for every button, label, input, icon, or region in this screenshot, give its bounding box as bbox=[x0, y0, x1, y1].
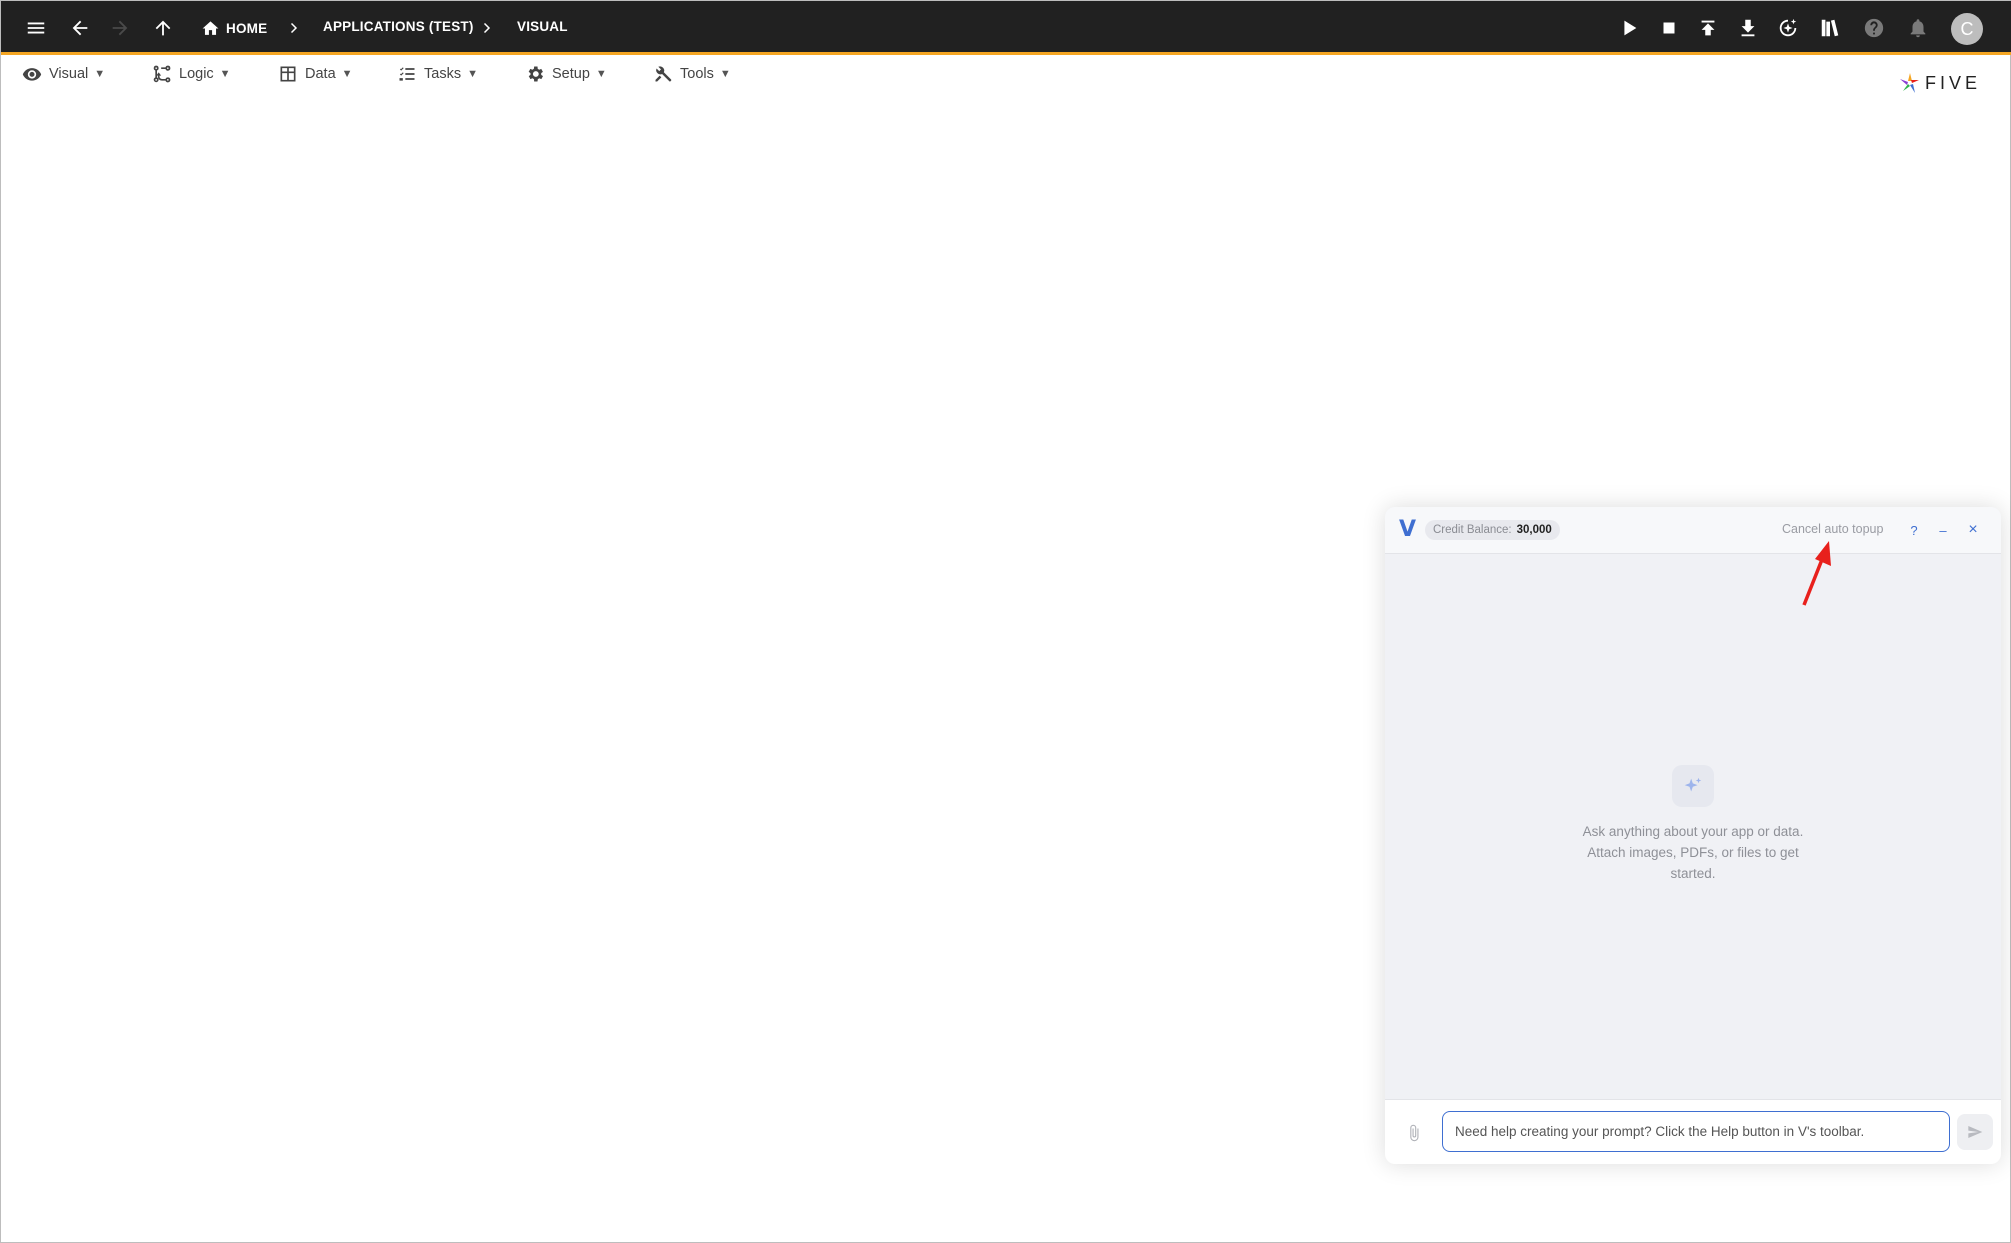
caret-down-icon: ▼ bbox=[341, 68, 353, 80]
credit-balance-value: 30,000 bbox=[1516, 524, 1552, 536]
tasks-icon bbox=[399, 67, 415, 81]
caret-down-icon: ▼ bbox=[595, 68, 607, 80]
hamburger-menu-button[interactable] bbox=[19, 11, 53, 45]
send-icon bbox=[1968, 1126, 1983, 1138]
top-toolbar: HOME APPLICATIONS (TEST) VISUAL C bbox=[1, 1, 2011, 55]
run-button[interactable] bbox=[1612, 11, 1646, 45]
hamburger-icon bbox=[27, 22, 45, 34]
five-logo: FIVE bbox=[1899, 71, 1981, 95]
breadcrumb-applications-label: APPLICATIONS (TEST) bbox=[323, 19, 474, 34]
menu-tasks-label: Tasks bbox=[424, 66, 462, 82]
user-avatar[interactable]: C bbox=[1951, 13, 1983, 45]
notifications-button[interactable] bbox=[1901, 11, 1935, 45]
sparkle-icon-tile bbox=[1672, 765, 1714, 807]
empty-state-line: Attach images, PDFs, or files to get bbox=[1587, 845, 1799, 860]
chat-minimize-button[interactable]: – bbox=[1933, 520, 1953, 540]
caret-down-icon: ▼ bbox=[219, 68, 231, 80]
arrow-left-icon bbox=[72, 20, 88, 36]
menu-tools-label: Tools bbox=[680, 66, 714, 82]
credit-balance-badge: Credit Balance: 30,000 bbox=[1425, 520, 1560, 540]
credit-balance-label: Credit Balance: bbox=[1433, 524, 1512, 536]
bell-icon bbox=[1910, 19, 1926, 38]
books-icon bbox=[1821, 19, 1839, 37]
menu-tools[interactable]: Tools ▼ bbox=[653, 64, 731, 84]
menu-logic[interactable]: Logic ▼ bbox=[152, 64, 231, 84]
caret-down-icon: ▼ bbox=[94, 68, 106, 80]
empty-state-line: started. bbox=[1670, 866, 1716, 881]
ai-assistant-button[interactable] bbox=[1771, 11, 1805, 45]
stop-button[interactable] bbox=[1652, 11, 1686, 45]
up-button[interactable] bbox=[146, 11, 180, 45]
attach-button[interactable] bbox=[1405, 1124, 1423, 1142]
five-logo-text: FIVE bbox=[1925, 72, 1982, 93]
chat-close-button[interactable]: × bbox=[1963, 520, 1983, 540]
breadcrumb-visual[interactable]: VISUAL bbox=[517, 19, 568, 34]
menu-data[interactable]: Data ▼ bbox=[278, 64, 353, 84]
library-button[interactable] bbox=[1813, 11, 1847, 45]
main-menu-bar: Visual ▼ Logic ▼ Data ▼ Tasks ▼ Setup ▼ … bbox=[1, 58, 2011, 90]
arrow-right-icon bbox=[112, 20, 128, 36]
arrow-up-icon bbox=[155, 20, 171, 36]
gear-icon bbox=[528, 66, 543, 82]
breadcrumb-home[interactable]: HOME bbox=[201, 19, 267, 38]
menu-visual-label: Visual bbox=[49, 66, 89, 82]
cancel-auto-topup-link[interactable]: Cancel auto topup bbox=[1782, 522, 1883, 536]
forward-button[interactable] bbox=[103, 11, 137, 45]
chat-input-bar bbox=[1385, 1099, 2001, 1164]
v-logo: V bbox=[1399, 517, 1417, 542]
breadcrumb-visual-label: VISUAL bbox=[517, 19, 568, 34]
sparkle-icon bbox=[1684, 777, 1702, 792]
menu-visual[interactable]: Visual ▼ bbox=[22, 64, 105, 84]
home-icon bbox=[202, 21, 219, 35]
send-button[interactable] bbox=[1957, 1114, 1993, 1150]
menu-data-label: Data bbox=[305, 66, 336, 82]
eye-icon bbox=[22, 68, 42, 81]
breadcrumb-applications[interactable]: APPLICATIONS (TEST) bbox=[323, 19, 474, 34]
menu-setup-label: Setup bbox=[552, 66, 590, 82]
app-window: HOME APPLICATIONS (TEST) VISUAL C Visual… bbox=[0, 0, 2011, 1243]
menu-logic-label: Logic bbox=[179, 66, 214, 82]
breadcrumb-separator bbox=[477, 19, 495, 37]
empty-state-line: Ask anything about your app or data. bbox=[1582, 824, 1804, 839]
prompt-input[interactable] bbox=[1442, 1111, 1950, 1152]
chat-help-button[interactable]: ? bbox=[1904, 520, 1924, 540]
v-assistant-panel: V Credit Balance: 30,000 Cancel auto top… bbox=[1385, 507, 2001, 1164]
caret-down-icon: ▼ bbox=[467, 68, 478, 80]
stop-icon bbox=[1663, 22, 1675, 34]
download-button[interactable] bbox=[1731, 11, 1765, 45]
help-button[interactable] bbox=[1857, 11, 1891, 45]
play-icon bbox=[1624, 20, 1637, 36]
deploy-button[interactable] bbox=[1691, 11, 1725, 45]
download-icon bbox=[1741, 19, 1755, 37]
chat-header: V Credit Balance: 30,000 Cancel auto top… bbox=[1385, 507, 2001, 554]
chevron-right-icon bbox=[483, 22, 491, 34]
logic-icon bbox=[153, 65, 171, 83]
five-logo-icon bbox=[1900, 73, 1919, 93]
empty-state-text: Ask anything about your app or data. Att… bbox=[1568, 821, 1818, 884]
help-circle-icon bbox=[1864, 18, 1884, 38]
table-icon bbox=[280, 66, 296, 82]
menu-tasks[interactable]: Tasks ▼ bbox=[397, 64, 478, 84]
back-button[interactable] bbox=[63, 11, 97, 45]
breadcrumb-separator bbox=[284, 19, 302, 37]
tools-icon bbox=[655, 66, 672, 82]
sparkle-sync-icon bbox=[1779, 18, 1797, 37]
upload-icon bbox=[1701, 20, 1715, 36]
chevron-right-icon bbox=[290, 22, 298, 34]
breadcrumb-home-label: HOME bbox=[226, 21, 268, 36]
caret-down-icon: ▼ bbox=[719, 68, 731, 80]
paperclip-icon bbox=[1410, 1124, 1419, 1142]
menu-setup[interactable]: Setup ▼ bbox=[525, 64, 607, 84]
